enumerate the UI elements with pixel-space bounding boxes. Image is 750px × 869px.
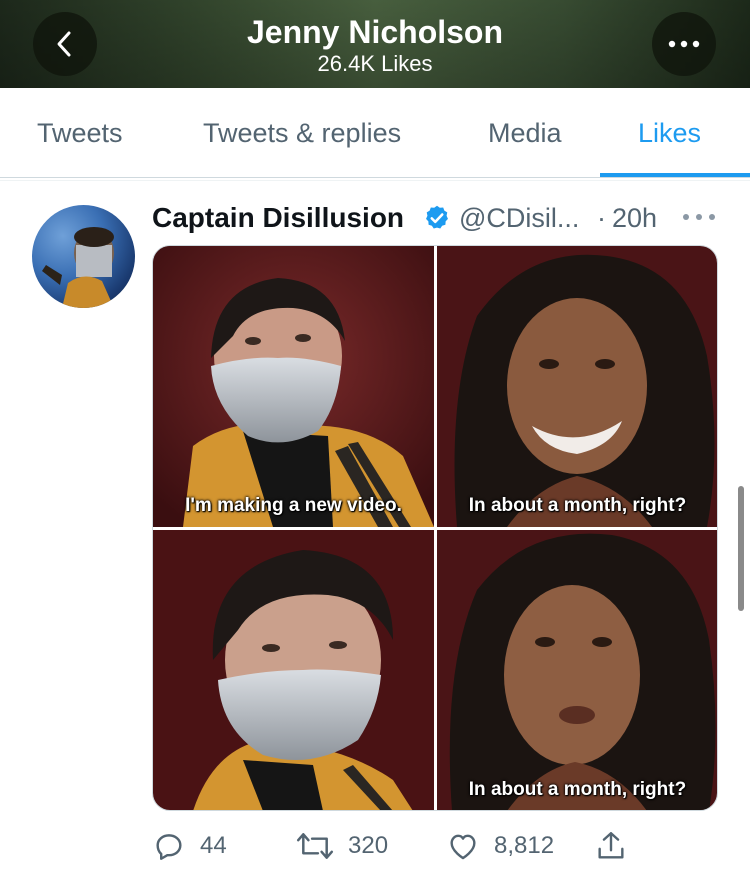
meta-separator: · <box>597 203 606 233</box>
tab-media[interactable]: Media <box>488 118 562 149</box>
profile-name: Jenny Nicholson <box>246 14 504 50</box>
media-panel: I'm making a new video. <box>153 246 434 527</box>
like-count: 8,812 <box>494 832 555 859</box>
like-button[interactable]: 8,812 <box>446 826 554 866</box>
reply-button[interactable]: 44 <box>152 826 227 866</box>
retweet-icon <box>296 833 334 859</box>
avatar-image <box>42 227 114 308</box>
likes-count: 26.4K Likes <box>317 51 433 76</box>
media-panel: In about a month, right? <box>437 246 717 527</box>
media-panel <box>153 530 434 810</box>
reply-icon <box>156 834 182 860</box>
media-caption: In about a month, right? <box>468 779 687 800</box>
profile-tabs: Tweets Tweets & replies Media Likes <box>0 88 750 178</box>
media-caption: I'm making a new video. <box>185 495 402 516</box>
avatar[interactable] <box>32 205 135 308</box>
media-panel: In about a month, right? <box>437 530 717 810</box>
share-button[interactable] <box>594 826 628 866</box>
profile-header: Jenny Nicholson 26.4K Likes <box>0 0 750 88</box>
share-icon <box>598 832 624 859</box>
like-icon <box>450 834 476 860</box>
active-tab-indicator <box>600 173 750 177</box>
media-caption: In about a month, right? <box>468 495 687 516</box>
scrollbar[interactable] <box>738 486 744 611</box>
reply-count: 44 <box>200 832 227 859</box>
verified-badge-icon <box>426 205 448 229</box>
retweet-button[interactable]: 320 <box>296 826 388 866</box>
author-handle[interactable]: @CDisil... <box>459 203 579 234</box>
more-button[interactable] <box>652 12 716 76</box>
tweet-media[interactable]: I'm making a new video. In about a month… <box>152 245 718 811</box>
tab-tweets[interactable]: Tweets <box>37 118 123 149</box>
divider <box>0 180 750 181</box>
more-icon <box>668 40 700 48</box>
tweet-time[interactable]: 20h <box>612 203 657 234</box>
retweet-count: 320 <box>348 832 389 859</box>
tweet-more-icon[interactable] <box>683 205 715 229</box>
tab-likes[interactable]: Likes <box>638 118 701 149</box>
author-name[interactable]: Captain Disillusion <box>152 202 404 234</box>
tab-tweets-replies[interactable]: Tweets & replies <box>203 118 401 149</box>
